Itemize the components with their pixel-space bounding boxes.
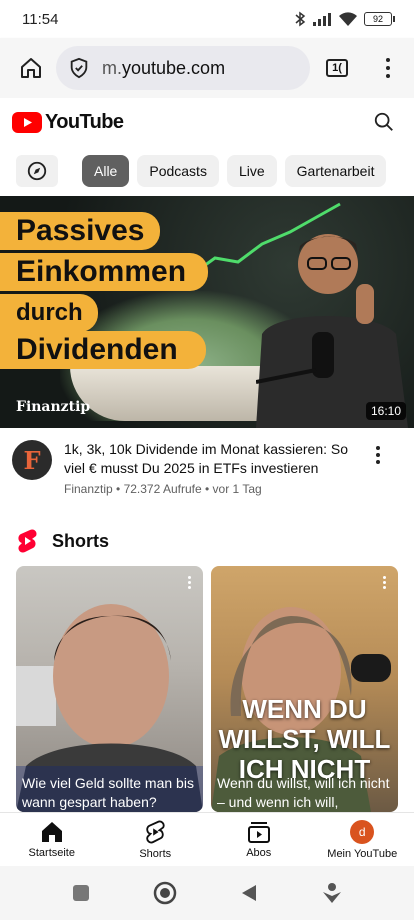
home-circle-icon[interactable] (153, 881, 177, 905)
more-dot-icon (376, 446, 380, 450)
back-icon[interactable] (240, 884, 258, 902)
battery-level: 92 (372, 14, 383, 24)
browser-toolbar: m.youtube.com 1( (0, 38, 414, 98)
home-icon (21, 58, 41, 78)
thumbnail-line-4: Dividenden (0, 331, 206, 369)
shorts-section-header: Shorts (16, 526, 109, 556)
chip-live[interactable]: Live (226, 155, 277, 187)
video-subtitle: Finanztip • 72.372 Aufrufe • vor 1 Tag (64, 482, 262, 496)
featured-video-thumbnail[interactable]: Passives Einkommen durch Dividenden Fina… (0, 196, 414, 428)
youtube-logo-text: YouTube (45, 110, 124, 133)
compass-icon (27, 161, 47, 181)
nav-my-youtube-label: Mein YouTube (327, 847, 398, 860)
nav-subscriptions-label: Abos (246, 846, 272, 859)
more-dot-icon (383, 581, 386, 584)
more-dot-icon (383, 576, 386, 579)
short-overlay-text: WENN DU WILLST, WILL ICH NICHT (218, 694, 391, 784)
keyboard-hide-icon[interactable] (321, 882, 343, 904)
url-domain: youtube.com (122, 57, 226, 78)
menu-dot-icon (386, 66, 390, 70)
search-button[interactable] (368, 106, 400, 138)
video-views: 72.372 Aufrufe (123, 482, 202, 496)
video-more-button[interactable] (376, 440, 380, 490)
more-dot-icon (188, 581, 191, 584)
shorts-icon (146, 820, 165, 843)
signal-icon (313, 13, 331, 26)
battery-indicator: 92 (364, 12, 395, 26)
shorts-title: Shorts (52, 530, 110, 551)
nav-home-label: Startseite (28, 846, 75, 859)
channel-avatar-letter: F (23, 445, 41, 475)
bottom-navigation: Startseite Shorts Abos d Mein YouTube (0, 812, 414, 866)
status-bar: 11:54 92 (0, 0, 414, 38)
menu-dot-icon (386, 74, 390, 78)
video-age: vor 1 Tag (212, 482, 262, 496)
wifi-icon (339, 11, 357, 26)
tab-count: 1( (332, 62, 342, 74)
short-more-button[interactable] (383, 576, 386, 589)
thumbnail-line-2: Einkommen (0, 253, 208, 291)
subscriptions-icon (247, 821, 270, 843)
url-prefix: m. (102, 57, 122, 78)
url-bar[interactable]: m.youtube.com (56, 46, 310, 90)
home-icon (41, 821, 62, 842)
explore-button[interactable] (16, 155, 58, 187)
thumbnail-line-1: Passives (0, 212, 160, 250)
short-more-button[interactable] (188, 576, 191, 589)
status-icons: 92 (294, 11, 395, 27)
thumbnail-brand-text: Finanztip (16, 399, 91, 415)
security-shield-icon (70, 57, 88, 79)
more-dot-icon (188, 586, 191, 589)
youtube-play-logo-icon (12, 111, 42, 133)
short-caption: Wie viel Geld sollte man bis wann gespar… (22, 775, 194, 810)
browser-menu-button[interactable] (378, 58, 398, 78)
short-caption: Wenn du willst, will ich nicht – und wen… (217, 775, 390, 810)
browser-home-button[interactable] (14, 51, 48, 85)
video-text[interactable]: 1k, 3k, 10k Dividende im Monat kassieren… (64, 440, 364, 496)
recent-apps-icon[interactable] (72, 884, 90, 902)
nav-my-youtube[interactable]: d Mein YouTube (317, 819, 407, 860)
android-navigation-bar (0, 866, 414, 920)
channel-avatar[interactable]: F (12, 440, 52, 480)
nav-shorts[interactable]: Shorts (110, 820, 200, 860)
nav-shorts-label: Shorts (139, 847, 172, 860)
video-channel-name: Finanztip (64, 482, 113, 496)
tab-switcher-button[interactable]: 1( (326, 59, 348, 77)
youtube-header: YouTube (0, 98, 414, 146)
search-icon (374, 112, 393, 131)
chip-alle[interactable]: Alle (82, 155, 130, 187)
menu-dot-icon (386, 58, 390, 62)
avatar: d (350, 819, 375, 844)
video-duration: 16:10 (365, 402, 406, 420)
more-dot-icon (376, 453, 380, 457)
nav-home[interactable]: Startseite (7, 821, 97, 859)
featured-video-details: F 1k, 3k, 10k Dividende im Monat kassier… (0, 428, 414, 502)
bluetooth-icon (295, 11, 306, 27)
avatar-letter: d (358, 824, 366, 839)
short-card[interactable]: WENN DU WILLST, WILL ICH NICHT Wenn du w… (211, 566, 398, 812)
chip-gartenarbeit[interactable]: Gartenarbeit (284, 155, 387, 187)
video-title[interactable]: 1k, 3k, 10k Dividende im Monat kassieren… (64, 440, 364, 478)
url-text: m.youtube.com (102, 58, 225, 79)
youtube-logo[interactable]: YouTube (12, 110, 124, 134)
status-time: 11:54 (22, 10, 59, 28)
shorts-logo-icon (18, 529, 37, 553)
filter-chips: Alle Podcasts Live Gartenarbeit (0, 146, 414, 196)
more-dot-icon (376, 460, 380, 464)
chip-podcasts[interactable]: Podcasts (137, 155, 219, 187)
thumbnail-line-3: durch (0, 294, 98, 332)
more-dot-icon (383, 586, 386, 589)
short-card[interactable]: Wie viel Geld sollte man bis wann gespar… (16, 566, 203, 812)
more-dot-icon (188, 576, 191, 579)
nav-subscriptions[interactable]: Abos (214, 821, 304, 859)
presenter-figure (256, 234, 408, 428)
